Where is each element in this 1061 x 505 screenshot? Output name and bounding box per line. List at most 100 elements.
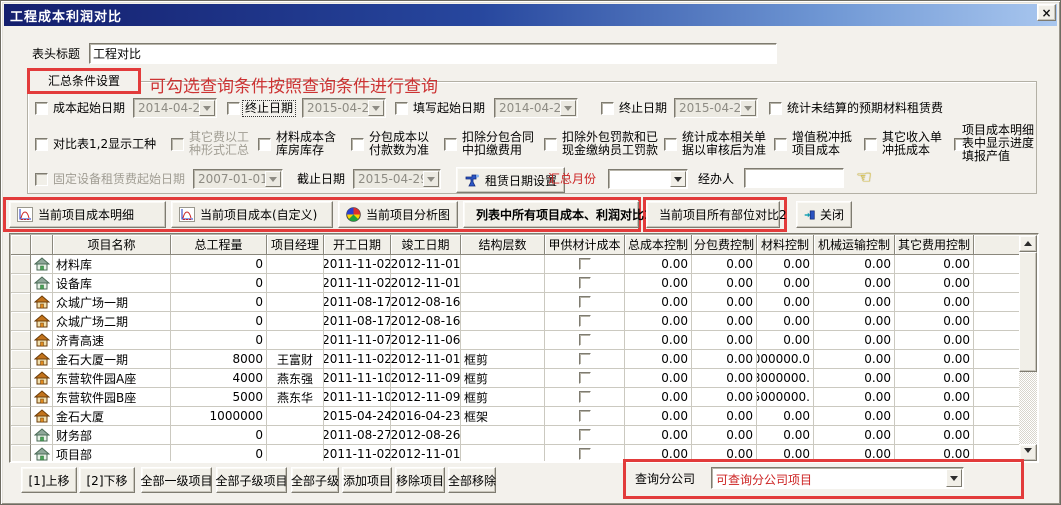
- close-button[interactable]: ×: [1037, 4, 1056, 21]
- dropdown-arrow-icon[interactable]: [199, 100, 215, 116]
- owner-material-checkbox[interactable]: [579, 334, 591, 346]
- dropdown-arrow-icon[interactable]: [670, 171, 686, 187]
- col-header-start-date[interactable]: 开工日期: [324, 235, 391, 255]
- row-indicator[interactable]: [11, 312, 31, 331]
- row-indicator[interactable]: [11, 255, 31, 274]
- cell-owner-material-cost: [545, 293, 625, 312]
- checkbox-fill-start-date[interactable]: [395, 102, 408, 115]
- owner-material-checkbox[interactable]: [579, 258, 591, 270]
- col-header-total-quantity[interactable]: 总工程量: [171, 235, 267, 255]
- scroll-up-button[interactable]: [1019, 235, 1037, 252]
- row-indicator[interactable]: [11, 331, 31, 350]
- all-level1-projects-button[interactable]: 全部一级项目: [141, 467, 212, 493]
- col-header-material-control[interactable]: 材料控制: [757, 235, 814, 255]
- owner-material-checkbox[interactable]: [579, 448, 591, 460]
- row-indicator[interactable]: [11, 407, 31, 426]
- table-row[interactable]: 财务部 0 2011-08-27 2012-08-26 0.00 0.00 0.…: [11, 426, 1019, 445]
- col-header-total-cost-control[interactable]: 总成本控制: [625, 235, 692, 255]
- dropdown-arrow-icon[interactable]: [368, 100, 384, 116]
- row-indicator[interactable]: [11, 388, 31, 407]
- cost-end-date-dropdown[interactable]: 2015-04-29: [302, 98, 386, 118]
- checkbox-subcontract-by-payment[interactable]: [351, 138, 364, 151]
- row-indicator[interactable]: [11, 293, 31, 312]
- move-down-button[interactable]: [2]下移: [79, 467, 135, 493]
- col-header-structure-floors[interactable]: 结构层数: [461, 235, 545, 255]
- row-indicator[interactable]: [11, 369, 31, 388]
- checkbox-other-income-offset[interactable]: [864, 138, 877, 151]
- current-project-all-parts-compare2-button[interactable]: 当前项目所有部位对比2: [646, 201, 780, 228]
- checkbox-fill-end-date[interactable]: [601, 102, 614, 115]
- fill-start-date-dropdown[interactable]: 2014-04-29: [494, 98, 578, 118]
- cost-start-date-dropdown[interactable]: 2014-04-29: [133, 98, 217, 118]
- current-project-cost-detail-button[interactable]: 当前项目成本明细: [9, 201, 166, 228]
- current-project-cost-custom-button[interactable]: 当前项目成本(自定义): [171, 201, 333, 228]
- move-up-button[interactable]: [1]上移: [21, 467, 77, 493]
- remove-all-button[interactable]: 全部移除: [448, 467, 496, 493]
- dropdown-arrow-icon[interactable]: [423, 171, 439, 187]
- scrollbar-thumb[interactable]: [1019, 252, 1037, 372]
- table-row[interactable]: 设备库 0 2011-11-02 2012-11-01 0.00 0.00 0.…: [11, 274, 1019, 293]
- col-header-machine-transport-control[interactable]: 机械运输控制: [814, 235, 895, 255]
- owner-material-checkbox[interactable]: [579, 277, 591, 289]
- fill-end-date-dropdown[interactable]: 2015-04-29: [674, 98, 758, 118]
- rental-deadline-dropdown[interactable]: 2015-04-29: [353, 169, 441, 189]
- checkbox-deduct-outsource-fines[interactable]: [544, 138, 557, 151]
- checkbox-cost-end-date[interactable]: [227, 102, 240, 115]
- cell-structure-floors: [461, 293, 545, 312]
- close-dialog-button[interactable]: 关闭: [796, 201, 852, 228]
- table-row[interactable]: 东营软件园A座 4000 燕东强 2011-11-10 2012-11-09 框…: [11, 369, 1019, 388]
- fixed-rental-start-dropdown[interactable]: 2007-01-01: [193, 169, 283, 189]
- row-indicator[interactable]: [11, 350, 31, 369]
- table-row[interactable]: 济青高速 0 2011-11-07 2012-11-06 0.00 0.00 0…: [11, 331, 1019, 350]
- checkbox-unsettled-rental[interactable]: [769, 102, 782, 115]
- vertical-scrollbar[interactable]: [1019, 235, 1037, 461]
- col-header-project-name[interactable]: 项目名称: [53, 235, 171, 255]
- owner-material-checkbox[interactable]: [579, 372, 591, 384]
- all-children-button[interactable]: 全部子级: [291, 467, 339, 493]
- owner-material-checkbox[interactable]: [579, 296, 591, 308]
- fill-end-date-label: 终止日期: [619, 101, 667, 116]
- owner-material-checkbox[interactable]: [579, 353, 591, 365]
- checkbox-show-worktype[interactable]: [35, 138, 48, 151]
- table-row[interactable]: 金石大厦一期 8000 王富财 2011-11-02 2012-11-01 框剪…: [11, 350, 1019, 369]
- col-header-project-manager[interactable]: 项目经理: [267, 235, 324, 255]
- checkbox-deduct-subcontract-fees[interactable]: [444, 138, 457, 151]
- header-title-input[interactable]: [89, 43, 777, 64]
- table-row[interactable]: 金石大厦 1000000 2015-04-24 2016-04-23 框架 0.…: [11, 407, 1019, 426]
- current-project-analysis-chart-button[interactable]: 当前项目分析图: [338, 201, 458, 228]
- summary-month-dropdown[interactable]: [608, 169, 688, 189]
- row-indicator[interactable]: [11, 426, 31, 445]
- checkbox-material-incl-warehouse[interactable]: [258, 138, 271, 151]
- checkbox-fixed-equipment-rental-start[interactable]: [35, 173, 48, 186]
- table-row[interactable]: 众城广场二期 0 2011-08-17 2012-08-16 0.00 0.00…: [11, 312, 1019, 331]
- checkbox-cost-start-date[interactable]: [35, 102, 48, 115]
- table-row[interactable]: 材料库 0 2011-11-02 2012-11-01 0.00 0.00 0.…: [11, 255, 1019, 274]
- dropdown-arrow-icon[interactable]: [946, 469, 962, 487]
- project-house-icon: [31, 426, 53, 445]
- add-project-button[interactable]: 添加项目: [342, 467, 392, 493]
- row-indicator[interactable]: [11, 445, 31, 461]
- checkbox-otherfee-by-worktype[interactable]: [171, 138, 184, 151]
- all-child-projects-button[interactable]: 全部子级项目: [216, 467, 287, 493]
- owner-material-checkbox[interactable]: [579, 315, 591, 327]
- agent-input[interactable]: [744, 168, 844, 188]
- dropdown-arrow-icon[interactable]: [740, 100, 756, 116]
- col-header-finish-date[interactable]: 竣工日期: [391, 235, 461, 255]
- table-row[interactable]: 东营软件园B座 5000 燕东华 2011-11-10 2012-11-09 框…: [11, 388, 1019, 407]
- owner-material-checkbox[interactable]: [579, 391, 591, 403]
- col-header-other-fee-control[interactable]: 其它费用控制: [895, 235, 974, 255]
- dropdown-arrow-icon[interactable]: [560, 100, 576, 116]
- checkbox-audited-documents-only[interactable]: [664, 138, 677, 151]
- col-header-owner-material-cost[interactable]: 甲供材计成本: [545, 235, 625, 255]
- owner-material-checkbox[interactable]: [579, 429, 591, 441]
- remove-project-button[interactable]: 移除项目: [395, 467, 445, 493]
- owner-material-checkbox[interactable]: [579, 410, 591, 422]
- checkbox-vat-offset-cost[interactable]: [774, 138, 787, 151]
- all-projects-cost-profit-compare1-button[interactable]: 列表中所有项目成本、利润对比1: [463, 201, 639, 228]
- row-indicator[interactable]: [11, 274, 31, 293]
- cell-structure-floors: [461, 445, 545, 461]
- col-header-subcontract-fee-control[interactable]: 分包费控制: [692, 235, 757, 255]
- dropdown-arrow-icon[interactable]: [265, 171, 281, 187]
- branch-query-dropdown[interactable]: 可查询分公司项目: [711, 467, 964, 489]
- table-row[interactable]: 众城广场一期 0 2011-08-17 2012-08-16 0.00 0.00…: [11, 293, 1019, 312]
